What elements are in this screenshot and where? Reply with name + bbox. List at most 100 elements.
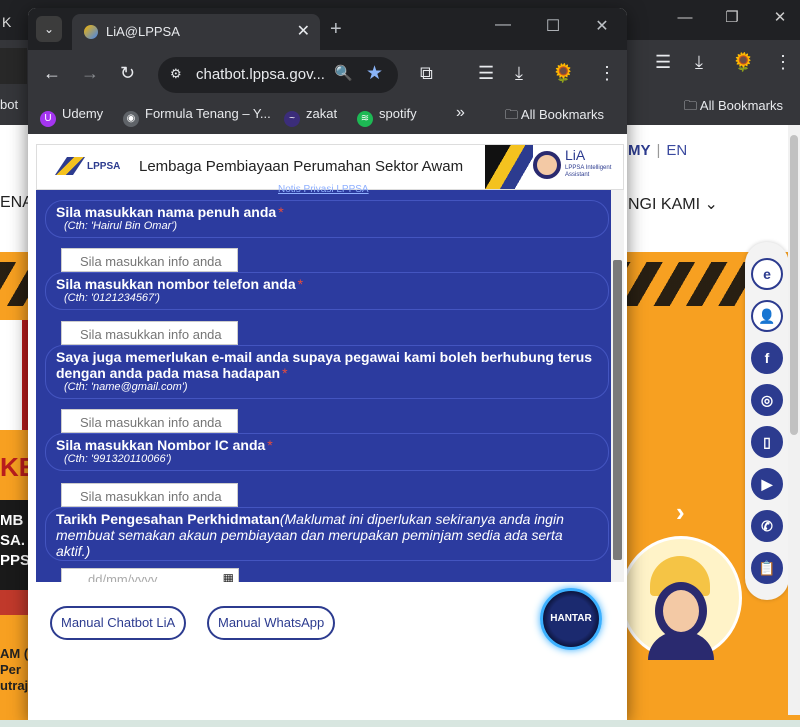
popup-maximize-button[interactable]: ☐ (533, 16, 573, 36)
header-stripe-graphic (485, 145, 533, 189)
slider-next-icon[interactable]: › (676, 497, 685, 528)
background-minimize-button[interactable]: — (665, 6, 705, 34)
download-icon[interactable]: ⤓ (695, 52, 703, 73)
lia-avatar-icon (533, 151, 561, 179)
reading-mode-icon[interactable]: ☰ (478, 63, 494, 84)
question-label: Sila masukkan nama penuh anda (56, 204, 277, 220)
background-close-button[interactable]: ✕ (760, 6, 800, 34)
mobile-app-icon[interactable]: ▯ (751, 426, 783, 458)
all-bookmarks-button[interactable]: 🗀 All Bookmarks (505, 106, 604, 128)
bookmark-label: zakat (306, 106, 338, 121)
profile-sunflower-icon[interactable]: 🌻 (732, 52, 754, 73)
bookmark-udemy[interactable]: U Udemy (40, 106, 103, 127)
required-mark: * (267, 437, 273, 453)
forward-button[interactable]: → (81, 63, 99, 84)
social-rail (745, 242, 789, 600)
hero-line-1: MB (0, 512, 24, 529)
manual-chatbot-button[interactable]: Manual Chatbot LiA (50, 606, 187, 640)
facebook-icon[interactable]: f (751, 342, 783, 374)
all-bookmarks-label: All Bookmarks (699, 98, 783, 113)
question-label: Saya juga memerlukan e-mail anda supaya … (56, 349, 593, 381)
privacy-notice-link[interactable]: Notis Privasi LPPSA (278, 184, 369, 195)
lia-brand-name: LiA (565, 147, 586, 163)
background-all-bookmarks[interactable]: 🗀 All Bookmarks (684, 97, 783, 119)
hero-line-2: SA. (0, 532, 26, 549)
phone-input[interactable] (61, 321, 238, 345)
background-address-bar[interactable] (0, 48, 27, 84)
hero-red-bar (0, 590, 28, 615)
youtube-icon[interactable]: ▶ (751, 468, 783, 500)
lppsa-logo-mark (55, 157, 85, 175)
customer-service-icon[interactable]: 👤 (751, 300, 783, 332)
hero-white-panel (0, 320, 28, 430)
url-text[interactable]: chatbot.lppsa.gov... (196, 66, 325, 83)
whatsapp-icon[interactable]: ✆ (751, 510, 783, 542)
reload-button[interactable]: ↻ (120, 63, 135, 84)
full-name-input[interactable] (61, 248, 238, 272)
question-label: Sila masukkan nombor telefon anda (56, 276, 296, 292)
bookmarks-overflow-button[interactable]: » (456, 104, 465, 122)
spotify-icon: ≋ (357, 111, 373, 127)
question-example: (Cth: 'name@gmail.com') (64, 381, 188, 393)
chat-form-body: Notis Privasi LPPSA Sila masukkan nama p… (36, 184, 624, 582)
question-service-date: Tarikh Pengesahan Perkhidmatan(Maklumat … (45, 507, 609, 561)
menu-kebab-icon[interactable]: ⋮ (774, 52, 792, 73)
background-restore-button[interactable]: ❐ (712, 6, 752, 34)
question-example: (Cth: '0121234567') (64, 292, 160, 304)
chatbot-popup-window: ⌄ LiA@LPPSA ✕ + — ☐ ✕ ← → ↻ ⚙ chatbot.lp… (28, 8, 627, 720)
popup-close-button[interactable]: ✕ (582, 16, 622, 36)
bookmark-spotify[interactable]: ≋ spotify (357, 106, 417, 127)
ic-number-input[interactable] (61, 483, 238, 507)
email-input[interactable] (61, 409, 238, 433)
question-label: Sila masukkan Nombor IC anda (56, 437, 266, 453)
lang-separator: | (656, 142, 661, 159)
lppsa-logo: LPPSA (53, 153, 123, 183)
required-mark: * (278, 204, 284, 220)
tab-lia[interactable]: LiA@LPPSA ✕ (72, 14, 320, 50)
back-button[interactable]: ← (43, 63, 61, 84)
folder-icon: 🗀 (505, 107, 521, 122)
lang-my[interactable]: MY (628, 142, 651, 159)
required-mark: * (282, 365, 288, 381)
e-service-icon[interactable]: e (751, 258, 783, 290)
chat-footer (28, 582, 627, 720)
lang-en[interactable]: EN (666, 142, 687, 159)
language-switcher: MY | EN (628, 142, 687, 159)
instagram-icon[interactable]: ◎ (751, 384, 783, 416)
tab-search-button[interactable]: ⌄ (36, 16, 62, 42)
popup-profile-icon[interactable]: 🌻 (552, 63, 574, 84)
reading-list-icon[interactable]: ☰ (655, 52, 671, 73)
popup-download-icon[interactable]: ⤓ (515, 63, 523, 84)
chat-scrollbar-thumb[interactable] (613, 260, 622, 560)
bookmark-formula-tenang[interactable]: ◉ Formula Tenang – Y... (123, 106, 271, 127)
nav-menu-hubungi-kami[interactable]: NGI KAMI ⌄ (628, 194, 718, 214)
tab-close-icon[interactable]: ✕ (297, 21, 310, 41)
site-info-icon[interactable]: ⚙ (170, 66, 182, 82)
lia-brand-subtitle: LPPSA Intelligent Assistant (565, 165, 612, 178)
chat-header-title: Lembaga Pembiayaan Perumahan Sektor Awam (139, 158, 464, 175)
question-full-name: Sila masukkan nama penuh anda * (Cth: 'Ha… (45, 200, 609, 238)
extensions-icon[interactable]: ⧉ (420, 63, 433, 84)
zakat-icon: ~ (284, 111, 300, 127)
lppsa-logo-text: LPPSA (87, 161, 121, 172)
bookmark-star-icon[interactable]: ★ (366, 62, 383, 85)
question-ic-number: Sila masukkan Nombor IC anda * (Cth: '991… (45, 433, 609, 471)
popup-menu-icon[interactable]: ⋮ (598, 63, 616, 84)
udemy-icon: U (40, 111, 56, 127)
manual-whatsapp-button[interactable]: Manual WhatsApp (207, 606, 336, 640)
background-bookmark-partial[interactable]: bot (0, 97, 18, 112)
tab-title: LiA@LPPSA (106, 24, 180, 39)
background-tab[interactable]: K (0, 6, 30, 40)
lia-favicon-icon (84, 25, 98, 39)
bookmark-label: spotify (379, 106, 417, 121)
send-button[interactable]: HANTAR (540, 588, 602, 650)
page-scrollbar-thumb[interactable] (790, 135, 798, 435)
hero-line-3: PPS (0, 552, 31, 569)
new-tab-button[interactable]: + (330, 18, 342, 41)
zoom-icon[interactable]: 🔍 (334, 64, 353, 82)
folder-icon: 🗀 (684, 98, 700, 113)
question-example: (Cth: '991320110066') (64, 453, 172, 465)
survey-clipboard-icon[interactable]: 📋 (751, 552, 783, 584)
bookmark-zakat[interactable]: ~ zakat (284, 106, 337, 127)
popup-minimize-button[interactable]: — (483, 16, 523, 34)
